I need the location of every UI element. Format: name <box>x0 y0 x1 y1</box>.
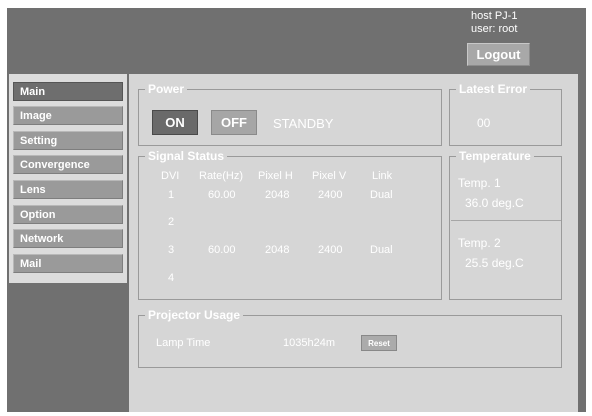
sidebar-item-lens[interactable]: Lens <box>13 180 123 199</box>
temp-2-value: 25.5 deg.C <box>465 256 524 270</box>
lamp-time-label: Lamp Time <box>156 337 211 349</box>
sidebar-item-mail[interactable]: Mail <box>13 254 123 273</box>
power-status: STANDBY <box>273 116 334 131</box>
power-on-button[interactable]: ON <box>152 110 198 135</box>
logout-button[interactable]: Logout <box>467 43 530 66</box>
table-cell: 3 <box>168 244 175 256</box>
table-cell: 2048 <box>265 244 290 256</box>
sidebar: Main Image Setting Convergence Lens Opti… <box>9 74 127 283</box>
power-title: Power <box>145 82 188 96</box>
table-cell: Dual <box>370 244 393 256</box>
table-cell: 1 <box>168 189 175 201</box>
temperature-title: Temperature <box>456 149 534 163</box>
table-cell: 2400 <box>318 244 343 256</box>
sidebar-item-main[interactable]: Main <box>13 82 123 101</box>
lamp-time-value: 1035h24m <box>283 337 335 349</box>
power-off-button[interactable]: OFF <box>211 110 257 135</box>
sidebar-item-option[interactable]: Option <box>13 205 123 224</box>
temp-2-label: Temp. 2 <box>458 236 501 250</box>
sidebar-item-image[interactable]: Image <box>13 106 123 125</box>
latest-error-group: Latest Error <box>449 82 562 146</box>
table-cell: 2400 <box>318 189 343 201</box>
temp-1-value: 36.0 deg.C <box>465 196 524 210</box>
table-cell: 4 <box>168 272 175 284</box>
latest-error-title: Latest Error <box>456 82 531 96</box>
signal-header-dvi: DVI <box>161 170 180 182</box>
temp-1-label: Temp. 1 <box>458 176 501 190</box>
table-cell: 60.00 <box>208 244 236 256</box>
table-cell: Dual <box>370 189 393 201</box>
reset-button[interactable]: Reset <box>361 335 397 351</box>
table-cell: 2048 <box>265 189 290 201</box>
signal-header-pixel-h: Pixel H <box>258 170 293 182</box>
latest-error-value: 00 <box>477 116 491 130</box>
signal-header-link: Link <box>372 170 393 182</box>
sidebar-item-network[interactable]: Network <box>13 229 123 248</box>
table-cell: 60.00 <box>208 189 236 201</box>
signal-header-rate: Rate(Hz) <box>199 170 244 182</box>
signal-status-title: Signal Status <box>145 149 228 163</box>
session-info: host PJ-1 user: root <box>471 10 581 36</box>
user-label: user: root <box>471 23 518 35</box>
projector-usage-title: Projector Usage <box>145 308 244 322</box>
table-cell: 2 <box>168 216 175 228</box>
host-label: host PJ-1 <box>471 10 518 22</box>
temperature-divider <box>451 220 561 221</box>
sidebar-item-convergence[interactable]: Convergence <box>13 155 123 174</box>
sidebar-item-setting[interactable]: Setting <box>13 131 123 150</box>
signal-header-pixel-v: Pixel V <box>312 170 347 182</box>
